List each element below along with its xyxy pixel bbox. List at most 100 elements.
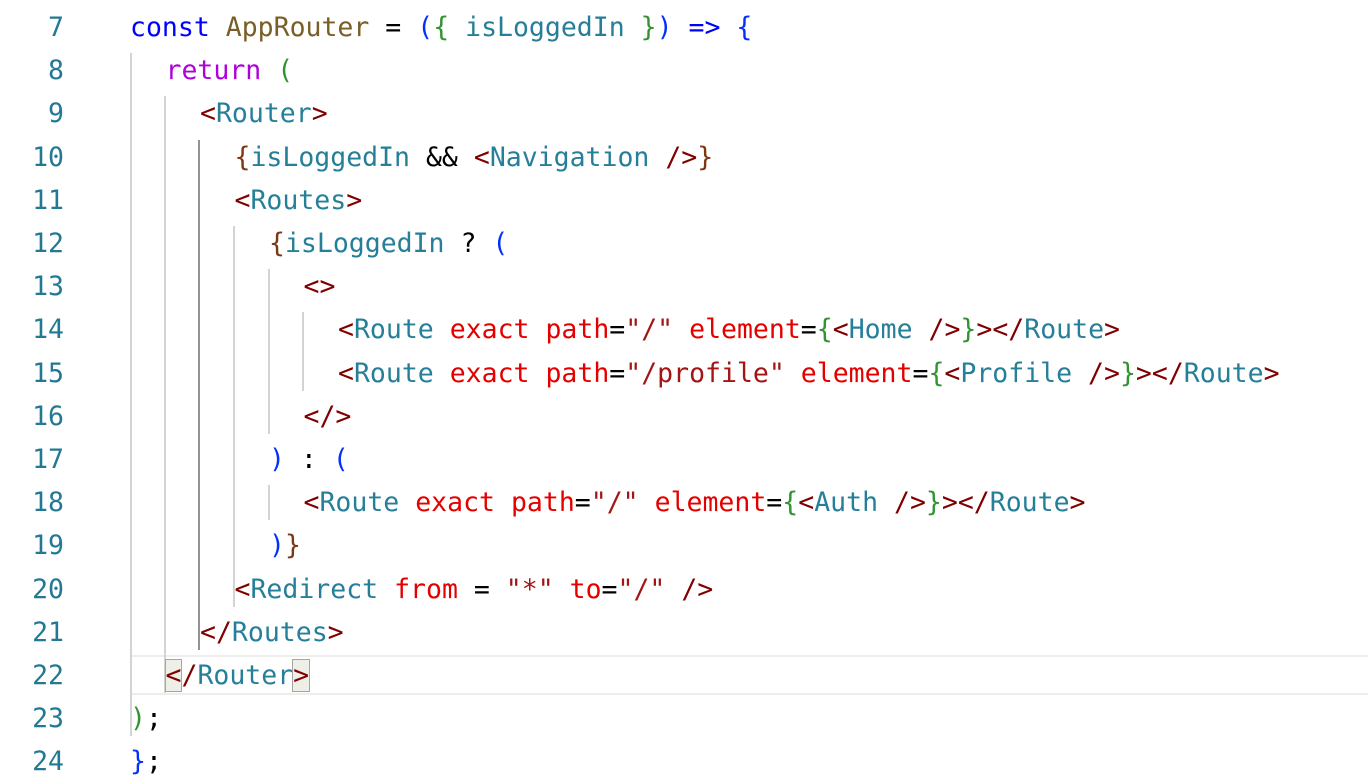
code-token: = bbox=[766, 487, 783, 519]
code-line[interactable]: )} bbox=[269, 524, 301, 567]
code-line[interactable]: {isLoggedIn && <Navigation />} bbox=[235, 136, 714, 179]
code-token: Auth bbox=[814, 487, 879, 519]
indent-guide bbox=[268, 269, 270, 434]
code-line[interactable]: return ( bbox=[166, 49, 294, 92]
code-token: Profile bbox=[960, 357, 1073, 389]
line-number[interactable]: 20 bbox=[32, 568, 64, 611]
code-line[interactable]: {isLoggedIn ? ( bbox=[269, 222, 508, 265]
line-number[interactable]: 8 bbox=[48, 49, 64, 92]
code-token: </ bbox=[200, 616, 232, 648]
code-token: } bbox=[640, 12, 657, 43]
line-number[interactable]: 7 bbox=[48, 6, 64, 49]
code-token: Routes bbox=[231, 616, 328, 648]
line-number[interactable]: 9 bbox=[48, 92, 64, 135]
code-token: / bbox=[181, 660, 198, 691]
code-token: Navigation bbox=[489, 141, 650, 173]
line-number[interactable]: 14 bbox=[32, 308, 64, 351]
code-token: = bbox=[609, 314, 626, 346]
code-line[interactable]: <Redirect from = "*" to="/" /> bbox=[235, 568, 714, 611]
line-number[interactable]: 13 bbox=[32, 265, 64, 308]
code-line[interactable]: </Routes> bbox=[200, 611, 344, 654]
code-token: = bbox=[574, 487, 591, 519]
code-token: < bbox=[338, 357, 354, 389]
code-token: { bbox=[928, 357, 945, 389]
indent-guide bbox=[164, 96, 166, 694]
indent-guide bbox=[268, 485, 270, 521]
code-token: < bbox=[234, 573, 251, 605]
code-token: element bbox=[689, 314, 801, 346]
code-line[interactable]: <> bbox=[304, 265, 336, 308]
line-number[interactable]: 16 bbox=[32, 395, 64, 438]
code-token: < bbox=[798, 487, 815, 519]
line-number[interactable]: 21 bbox=[32, 611, 64, 654]
code-token: { bbox=[782, 487, 799, 519]
code-line[interactable]: <Route exact path="/profile" element={<P… bbox=[338, 352, 1280, 395]
code-editor[interactable]: 7 8 9 10 11 12 13 14 15 16 17 18 19 20 21 22 23 24 const … bbox=[0, 0, 1368, 782]
code-token: > bbox=[311, 98, 328, 130]
code-token: ? bbox=[444, 228, 493, 259]
code-token: isLoggedIn bbox=[284, 228, 445, 259]
code-line[interactable]: </> bbox=[304, 395, 352, 438]
code-token: < bbox=[303, 487, 320, 519]
code-token: && bbox=[410, 141, 474, 173]
code-line[interactable]: <Router> bbox=[200, 92, 328, 135]
line-number[interactable]: 23 bbox=[32, 697, 64, 740]
code-token: } bbox=[284, 530, 301, 562]
indent-guide bbox=[302, 312, 304, 391]
code-token: exact bbox=[449, 357, 530, 389]
code-token: "/profile" bbox=[625, 357, 785, 389]
code-token: Routes bbox=[250, 184, 347, 216]
code-line[interactable]: <Route exact path="/" element={<Auth />}… bbox=[304, 481, 1086, 524]
code-line[interactable]: }; bbox=[130, 740, 162, 782]
code-token: path bbox=[545, 357, 610, 389]
code-line[interactable]: const AppRouter = ({ isLoggedIn }) => { bbox=[130, 6, 752, 49]
code-token: ( bbox=[417, 12, 434, 43]
line-number[interactable]: 17 bbox=[32, 438, 64, 481]
code-line[interactable]: </Router> bbox=[164, 654, 311, 697]
code-token: < bbox=[832, 314, 849, 346]
line-number[interactable]: 24 bbox=[32, 740, 64, 782]
code-token: Route bbox=[353, 314, 434, 346]
code-token: /> bbox=[878, 487, 926, 519]
code-token: ; bbox=[145, 746, 162, 778]
line-number[interactable]: 22 bbox=[32, 654, 64, 697]
code-line[interactable]: ); bbox=[130, 697, 162, 740]
code-token: > bbox=[1104, 314, 1120, 346]
code-token: element bbox=[800, 357, 913, 389]
code-line[interactable]: ) : ( bbox=[269, 438, 349, 481]
line-number[interactable]: 15 bbox=[32, 352, 64, 395]
line-number[interactable]: 19 bbox=[32, 524, 64, 567]
current-line-highlight bbox=[130, 655, 1368, 695]
line-number[interactable]: 18 bbox=[32, 481, 64, 524]
code-token: { bbox=[736, 12, 753, 43]
line-number[interactable]: 10 bbox=[32, 136, 64, 179]
code-token: ( bbox=[492, 228, 509, 259]
code-token: "/" bbox=[590, 487, 639, 519]
code-token: ></ bbox=[976, 314, 1025, 346]
code-token: isLoggedIn bbox=[449, 12, 641, 43]
code-token: Route bbox=[319, 487, 400, 519]
code-token: } bbox=[1119, 357, 1136, 389]
code-token: /> bbox=[665, 573, 714, 605]
code-token: > bbox=[1263, 357, 1280, 389]
code-token: { bbox=[816, 314, 833, 346]
code-token: path bbox=[510, 487, 575, 519]
code-token: /> bbox=[912, 314, 961, 346]
code-token: > bbox=[1069, 487, 1086, 519]
code-token: = bbox=[369, 12, 418, 43]
code-token: Route bbox=[1024, 314, 1105, 346]
code-line[interactable]: <Routes> bbox=[235, 179, 363, 222]
code-token: isLoggedIn bbox=[250, 141, 411, 173]
line-number[interactable]: 12 bbox=[32, 222, 64, 265]
code-token: Route bbox=[989, 487, 1070, 519]
code-line[interactable]: <Route exact path="/" element={<Home />}… bbox=[338, 308, 1120, 351]
indent-guide bbox=[233, 226, 235, 607]
code-token: = bbox=[800, 314, 817, 346]
code-token: to bbox=[569, 573, 602, 605]
line-number[interactable]: 11 bbox=[32, 179, 64, 222]
